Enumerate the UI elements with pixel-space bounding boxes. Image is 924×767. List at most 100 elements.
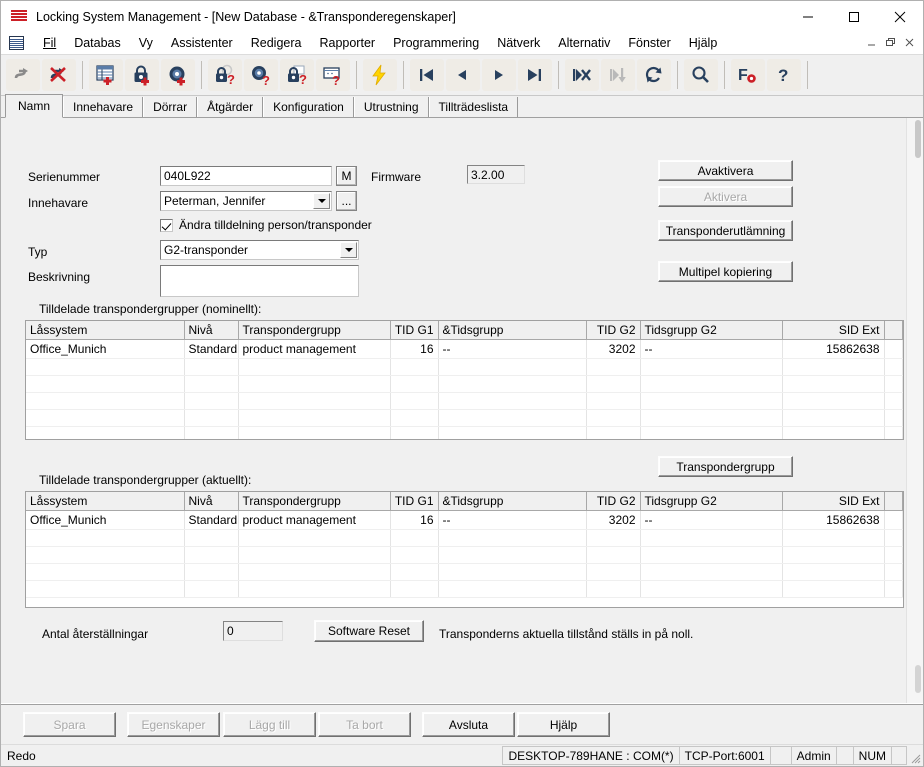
exit-button[interactable]: Avsluta xyxy=(422,712,515,737)
transponder-properties-icon[interactable]: ? xyxy=(244,59,278,91)
col-sid-ext[interactable]: SID Ext xyxy=(782,492,885,511)
first-record-icon[interactable] xyxy=(410,59,444,91)
card-properties-icon[interactable]: ? xyxy=(316,59,350,91)
menu-item-fonster[interactable]: Fönster xyxy=(619,35,679,51)
menu-item-alternativ[interactable]: Alternativ xyxy=(549,35,619,51)
add-lock-icon[interactable] xyxy=(125,59,159,91)
activate-button[interactable]: Aktivera xyxy=(658,186,793,207)
jump-record-icon[interactable] xyxy=(601,59,635,91)
locking-plan-properties-icon[interactable]: ? xyxy=(280,59,314,91)
tab-namn[interactable]: Namn xyxy=(5,94,64,118)
col-tidsgrupp-g2[interactable]: Tidsgrupp G2 xyxy=(640,321,783,340)
properties-button[interactable]: Egenskaper xyxy=(127,712,220,737)
table-row-empty[interactable] xyxy=(26,580,903,598)
change-assignment-checkbox-row[interactable]: Ändra tilldelning person/transponder xyxy=(160,218,372,232)
col-niva[interactable]: Nivå xyxy=(184,492,239,511)
cancel-transfer-icon[interactable] xyxy=(42,59,76,91)
col-tid-g2[interactable]: TID G2 xyxy=(586,492,641,511)
col-sid-ext[interactable]: SID Ext xyxy=(782,321,885,340)
col-niva[interactable]: Nivå xyxy=(184,321,239,340)
description-input[interactable] xyxy=(160,265,359,297)
owner-combobox[interactable]: Peterman, Jennifer xyxy=(160,191,332,211)
filter-settings-icon[interactable]: F xyxy=(731,59,765,91)
table-row-empty[interactable] xyxy=(26,375,903,393)
deactivate-button[interactable]: Avaktivera xyxy=(658,160,793,181)
col-tidsgrupp-g2[interactable]: Tidsgrupp G2 xyxy=(640,492,783,511)
vertical-scrollbar[interactable] xyxy=(906,118,923,703)
scrollbar-thumb-bottom[interactable] xyxy=(915,665,921,693)
help-button[interactable]: Hjälp xyxy=(517,712,610,737)
menu-item-redigera[interactable]: Redigera xyxy=(242,35,311,51)
col-tidsgrupp[interactable]: &Tidsgrupp xyxy=(438,321,587,340)
close-button[interactable] xyxy=(877,1,923,32)
menu-item-hjalp[interactable]: Hjälp xyxy=(680,35,727,51)
groups-nominal-grid[interactable]: Låssystem Nivå Transpondergrupp TID G1 &… xyxy=(25,320,904,440)
menu-item-programmering[interactable]: Programmering xyxy=(384,35,488,51)
mdi-minimize-button[interactable] xyxy=(862,34,881,51)
add-button[interactable]: Lägg till xyxy=(223,712,316,737)
serial-input[interactable] xyxy=(160,166,332,186)
chevron-down-icon[interactable] xyxy=(340,242,357,258)
col-transpondergrupp[interactable]: Transpondergrupp xyxy=(238,492,391,511)
add-locking-system-icon[interactable] xyxy=(89,59,123,91)
groups-actual-grid[interactable]: Låssystem Nivå Transpondergrupp TID G1 &… xyxy=(25,491,904,608)
scrollbar-thumb-top[interactable] xyxy=(915,120,921,158)
quick-program-icon[interactable] xyxy=(363,59,397,91)
mdi-restore-button[interactable] xyxy=(881,34,900,51)
table-row[interactable]: Office_Munich Standard product managemen… xyxy=(26,510,903,530)
col-tid-g1[interactable]: TID G1 xyxy=(390,321,439,340)
next-record-icon[interactable] xyxy=(482,59,516,91)
col-spacer[interactable] xyxy=(884,321,903,340)
tab-konfiguration[interactable]: Konfiguration xyxy=(263,97,354,117)
table-row-empty[interactable] xyxy=(26,546,903,564)
col-spacer[interactable] xyxy=(884,492,903,511)
transponder-group-button[interactable]: Transpondergrupp xyxy=(658,456,793,477)
change-assignment-checkbox[interactable] xyxy=(160,218,173,232)
tab-tilltradeslista[interactable]: Tillträdeslista xyxy=(428,97,519,117)
menu-item-rapporter[interactable]: Rapporter xyxy=(310,35,384,51)
last-record-icon[interactable] xyxy=(518,59,552,91)
tab-utrustning[interactable]: Utrustning xyxy=(353,97,429,117)
delete-record-icon[interactable] xyxy=(565,59,599,91)
multiple-copy-button[interactable]: Multipel kopiering xyxy=(658,261,793,282)
refresh-icon[interactable] xyxy=(637,59,671,91)
help-icon[interactable]: ? xyxy=(767,59,801,91)
menu-item-natverk[interactable]: Nätverk xyxy=(488,35,549,51)
add-transponder-icon[interactable] xyxy=(161,59,195,91)
owner-browse-button[interactable]: ... xyxy=(336,191,357,211)
previous-record-icon[interactable] xyxy=(446,59,480,91)
table-row-empty[interactable] xyxy=(26,358,903,376)
table-row-empty[interactable] xyxy=(26,426,903,439)
table-row-empty[interactable] xyxy=(26,409,903,427)
tab-dorrar[interactable]: Dörrar xyxy=(143,97,198,117)
serial-m-button[interactable]: M xyxy=(336,166,357,186)
table-row-empty[interactable] xyxy=(26,392,903,410)
menu-item-databas[interactable]: Databas xyxy=(65,35,130,51)
save-button[interactable]: Spara xyxy=(23,712,116,737)
menu-item-assistenter[interactable]: Assistenter xyxy=(162,35,242,51)
table-row-empty[interactable] xyxy=(26,529,903,547)
col-lassystem[interactable]: Låssystem xyxy=(26,492,185,511)
transponder-handout-button[interactable]: Transponderutlämning xyxy=(658,220,793,241)
tab-atgarder[interactable]: Åtgärder xyxy=(197,97,264,117)
delete-button[interactable]: Ta bort xyxy=(318,712,411,737)
maximize-button[interactable] xyxy=(831,1,877,32)
menu-item-fil[interactable]: Fil xyxy=(34,35,65,51)
type-combobox[interactable]: G2-transponder xyxy=(160,240,359,260)
col-lassystem[interactable]: Låssystem xyxy=(26,321,185,340)
col-tid-g1[interactable]: TID G1 xyxy=(390,492,439,511)
tab-innehavare[interactable]: Innehavare xyxy=(63,97,144,117)
minimize-button[interactable] xyxy=(785,1,831,32)
resize-grip[interactable] xyxy=(909,752,921,764)
transfer-icon[interactable] xyxy=(6,59,40,91)
mdi-close-button[interactable] xyxy=(900,34,919,51)
col-transpondergrupp[interactable]: Transpondergrupp xyxy=(238,321,391,340)
col-tidsgrupp[interactable]: &Tidsgrupp xyxy=(438,492,587,511)
lock-properties-icon[interactable]: ? xyxy=(208,59,242,91)
col-tid-g2[interactable]: TID G2 xyxy=(586,321,641,340)
software-reset-button[interactable]: Software Reset xyxy=(314,620,424,642)
table-row-empty[interactable] xyxy=(26,563,903,581)
chevron-down-icon[interactable] xyxy=(313,193,330,209)
search-icon[interactable] xyxy=(684,59,718,91)
menu-item-vy[interactable]: Vy xyxy=(130,35,162,51)
